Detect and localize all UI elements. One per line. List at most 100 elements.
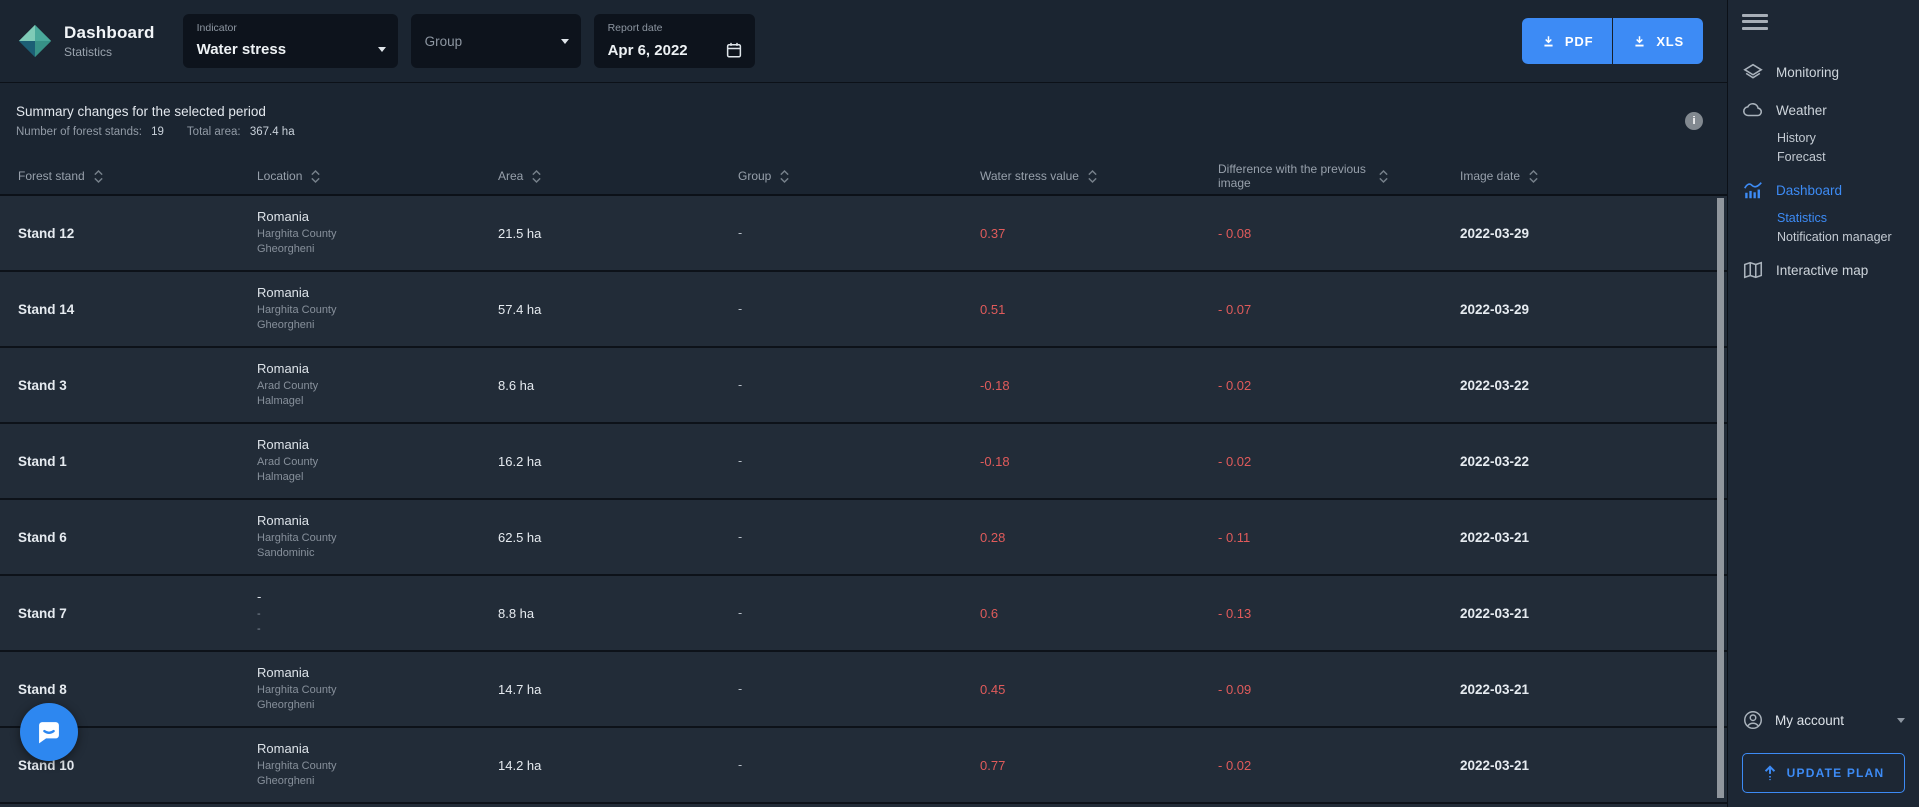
- sort-icon: [1528, 169, 1539, 184]
- location-county: Harghita County: [257, 759, 498, 774]
- summary-stats: Number of forest stands: 19 Total area: …: [16, 126, 315, 138]
- map-icon: [1742, 259, 1764, 281]
- stand-name: Stand 14: [18, 302, 257, 317]
- table-row[interactable]: Stand 12 Romania Harghita County Gheorgh…: [0, 196, 1727, 272]
- column-label: Location: [257, 169, 302, 183]
- group-placeholder: Group: [425, 34, 463, 49]
- sidebar-item-monitoring[interactable]: Monitoring: [1742, 59, 1919, 85]
- stand-area: 21.5 ha: [498, 226, 738, 241]
- table-row[interactable]: Stand 10 Romania Harghita County Gheorgh…: [0, 728, 1727, 804]
- export-pdf-label: PDF: [1565, 34, 1593, 49]
- sidebar-item-weather[interactable]: Weather: [1742, 97, 1919, 123]
- total-area-label: Total area:: [187, 126, 241, 138]
- table-row[interactable]: Stand 8 Romania Harghita County Gheorghe…: [0, 652, 1727, 728]
- sort-icon: [1087, 169, 1098, 184]
- column-header-difference[interactable]: Difference with the previous image: [1218, 162, 1460, 191]
- water-stress-value: 0.45: [980, 682, 1218, 697]
- table-row[interactable]: Stand 3 Romania Arad County Halmagel 8.6…: [0, 348, 1727, 424]
- update-plan-label: UPDATE PLAN: [1787, 766, 1885, 780]
- stand-area: 8.6 ha: [498, 378, 738, 393]
- indicator-select[interactable]: Indicator Water stress: [183, 14, 398, 68]
- location-county: Harghita County: [257, 303, 498, 318]
- info-icon[interactable]: i: [1685, 112, 1703, 130]
- table-body: Stand 12 Romania Harghita County Gheorgh…: [0, 196, 1727, 807]
- group-select[interactable]: Group: [411, 14, 581, 68]
- column-label: Water stress value: [980, 169, 1079, 183]
- image-date: 2022-03-29: [1460, 302, 1727, 317]
- column-header-location[interactable]: Location: [257, 169, 498, 184]
- sort-icon: [1378, 169, 1389, 184]
- image-date: 2022-03-22: [1460, 378, 1727, 393]
- update-plan-button[interactable]: UPDATE PLAN: [1742, 753, 1905, 793]
- stand-location: Romania Harghita County Gheorgheni: [257, 209, 498, 258]
- location-country: -: [257, 589, 498, 604]
- chevron-down-icon: [1897, 718, 1905, 723]
- water-stress-value: 0.28: [980, 530, 1218, 545]
- column-header-image-date[interactable]: Image date: [1460, 169, 1727, 184]
- location-locality: Gheorgheni: [257, 318, 498, 333]
- stand-name: Stand 8: [18, 682, 257, 697]
- export-pdf-button[interactable]: PDF: [1522, 18, 1612, 64]
- difference-value: - 0.07: [1218, 302, 1460, 317]
- table-scrollbar[interactable]: [1717, 198, 1724, 798]
- stand-name: Stand 7: [18, 606, 257, 621]
- sidebar-item-forecast[interactable]: Forecast: [1777, 148, 1919, 167]
- table-row[interactable]: Stand 1 Romania Arad County Halmagel 16.…: [0, 424, 1727, 500]
- report-date-picker[interactable]: Report date Apr 6, 2022: [594, 14, 755, 68]
- table-row[interactable]: Stand 7 - - - 8.8 ha - 0.6 - 0.13 2022-0…: [0, 576, 1727, 652]
- location-country: Romania: [257, 741, 498, 756]
- cloud-icon: [1742, 99, 1764, 121]
- image-date: 2022-03-22: [1460, 454, 1727, 469]
- chat-widget-button[interactable]: [20, 703, 78, 761]
- stand-group: -: [738, 682, 980, 696]
- stand-group: -: [738, 302, 980, 316]
- account-menu[interactable]: My account: [1742, 709, 1905, 731]
- stand-location: Romania Harghita County Gheorgheni: [257, 665, 498, 714]
- image-date: 2022-03-29: [1460, 226, 1727, 241]
- sort-icon: [93, 169, 104, 184]
- location-locality: Halmagel: [257, 470, 498, 485]
- table-row[interactable]: Stand 6 Romania Harghita County Sandomin…: [0, 500, 1727, 576]
- column-header-group[interactable]: Group: [738, 169, 980, 184]
- sidebar-item-statistics[interactable]: Statistics: [1777, 209, 1919, 228]
- sidebar-item-interactive-map[interactable]: Interactive map: [1742, 257, 1919, 283]
- difference-value: - 0.02: [1218, 454, 1460, 469]
- column-header-water-stress[interactable]: Water stress value: [980, 169, 1218, 184]
- table-row[interactable]: Stand 14 Romania Harghita County Gheorgh…: [0, 272, 1727, 348]
- sidebar-item-notification-manager[interactable]: Notification manager: [1777, 228, 1919, 247]
- export-buttons: PDF XLS: [1522, 18, 1703, 64]
- weather-submenu: History Forecast: [1742, 129, 1919, 167]
- stand-location: Romania Harghita County Gheorgheni: [257, 285, 498, 334]
- location-country: Romania: [257, 209, 498, 224]
- analytics-icon: [1742, 179, 1764, 201]
- location-county: Harghita County: [257, 531, 498, 546]
- column-header-area[interactable]: Area: [498, 169, 738, 184]
- sidebar-item-dashboard[interactable]: Dashboard: [1742, 177, 1919, 203]
- image-date: 2022-03-21: [1460, 606, 1727, 621]
- stand-location: Romania Harghita County Sandominic: [257, 513, 498, 562]
- location-country: Romania: [257, 665, 498, 680]
- chat-bubble-icon: [35, 718, 63, 746]
- indicator-label: Indicator: [197, 22, 386, 34]
- dashboard-submenu: Statistics Notification manager: [1742, 209, 1919, 247]
- summary-title: Summary changes for the selected period: [16, 104, 315, 119]
- download-icon: [1632, 34, 1647, 49]
- stand-name: Stand 3: [18, 378, 257, 393]
- sort-icon: [779, 169, 790, 184]
- table-header: Forest stand Location Area Group Water s…: [0, 158, 1727, 196]
- sidebar-item-history[interactable]: History: [1777, 129, 1919, 148]
- difference-value: - 0.13: [1218, 606, 1460, 621]
- column-header-forest-stand[interactable]: Forest stand: [18, 169, 257, 184]
- location-locality: Sandominic: [257, 546, 498, 561]
- stand-location: Romania Harghita County Gheorgheni: [257, 741, 498, 790]
- location-locality: Gheorgheni: [257, 242, 498, 257]
- sidebar: Monitoring Weather History Forecast: [1727, 0, 1919, 807]
- menu-icon[interactable]: [1742, 10, 1768, 33]
- export-xls-button[interactable]: XLS: [1612, 18, 1703, 64]
- water-stress-value: -0.18: [980, 454, 1218, 469]
- difference-value: - 0.11: [1218, 530, 1460, 545]
- calendar-icon: [725, 41, 743, 59]
- image-date: 2022-03-21: [1460, 530, 1727, 545]
- image-date: 2022-03-21: [1460, 758, 1727, 773]
- report-date-value: Apr 6, 2022: [608, 42, 688, 59]
